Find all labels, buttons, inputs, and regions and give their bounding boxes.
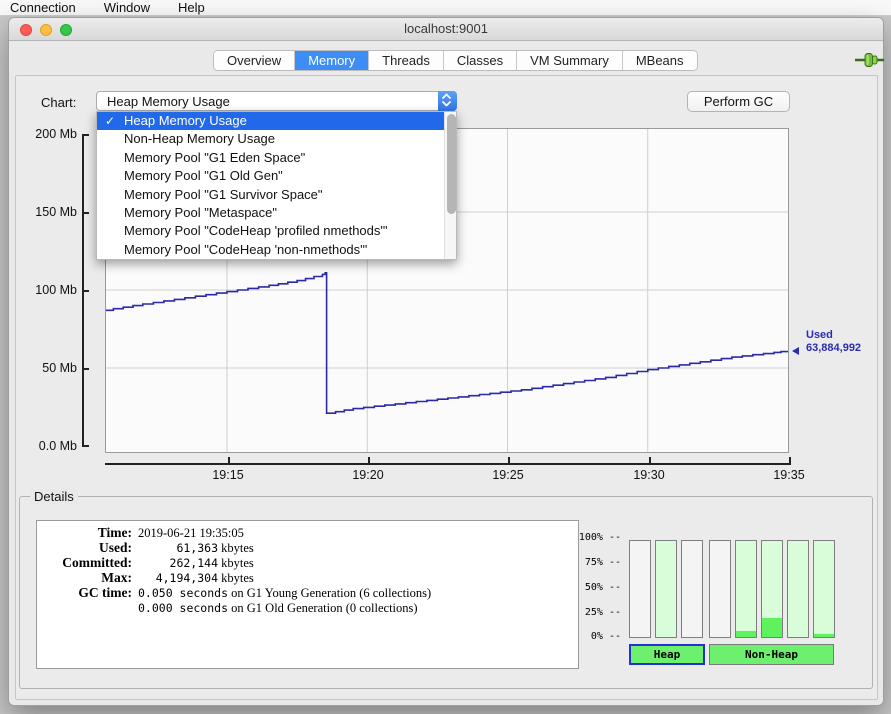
details-text-box: Time: 2019-06-21 19:35:05 Used: 61,363 k… — [36, 520, 579, 669]
menu-help[interactable]: Help — [178, 0, 205, 15]
chart-combobox[interactable]: Heap Memory Usage — [96, 91, 457, 111]
y-tick — [82, 445, 89, 447]
connection-status-plug-icon — [854, 52, 885, 68]
x-tick — [508, 457, 510, 464]
details-group-title: Details — [30, 489, 78, 504]
y-tick — [82, 368, 89, 370]
pool-axis-label: 50% -- — [565, 582, 621, 593]
title-bar: localhost:9001 — [9, 18, 883, 41]
memory-pool-bar — [681, 540, 703, 638]
tab-memory[interactable]: Memory — [295, 51, 369, 70]
detail-row-gc-young: GC time: 0.050 seconds on G1 Young Gener… — [37, 586, 578, 601]
tab-vm-summary[interactable]: VM Summary — [517, 51, 623, 70]
chart-combobox-label: Chart: — [41, 95, 76, 110]
tab-threads[interactable]: Threads — [369, 51, 444, 70]
window-title: localhost:9001 — [9, 21, 883, 36]
heap-pool-bars — [629, 540, 703, 638]
chart-dropdown-popup: ✓ Heap Memory Usage Non-Heap Memory Usag… — [96, 111, 457, 260]
detail-row-committed: Committed: 262,144 kbytes — [37, 556, 578, 571]
x-tick-label: 19:20 — [346, 468, 390, 482]
callout-arrow-icon — [792, 347, 799, 355]
dropdown-item-codeheap-profiled[interactable]: Memory Pool "CodeHeap 'profiled nmethods… — [97, 222, 456, 240]
detail-row-time: Time: 2019-06-21 19:35:05 — [37, 526, 578, 541]
detail-row-max: Max: 4,194,304 kbytes — [37, 571, 578, 586]
pool-axis-label: 75% -- — [565, 557, 621, 568]
nonheap-pool-bars — [709, 540, 835, 638]
y-tick-label: 150 Mb — [23, 205, 77, 219]
y-tick — [82, 134, 89, 136]
dropdown-item-metaspace[interactable]: Memory Pool "Metaspace" — [97, 204, 456, 222]
memory-pool-bar — [709, 540, 731, 638]
pool-axis-label: 100% -- — [565, 532, 621, 543]
memory-pool-bar — [655, 540, 677, 638]
memory-pool-bar — [761, 540, 783, 638]
y-tick-label: 100 Mb — [23, 283, 77, 297]
tab-classes[interactable]: Classes — [444, 51, 517, 70]
detail-row-used: Used: 61,363 kbytes — [37, 541, 578, 556]
dropdown-item-g1-survivor-space[interactable]: Memory Pool "G1 Survivor Space" — [97, 186, 456, 204]
x-tick-label: 19:35 — [767, 468, 811, 482]
x-tick — [368, 457, 370, 464]
x-tick — [789, 457, 791, 464]
x-tick — [649, 457, 651, 464]
x-axis — [105, 463, 791, 465]
dropdown-scrollbar[interactable] — [444, 112, 456, 259]
checkmark-icon: ✓ — [105, 112, 115, 130]
y-tick-label: 0.0 Mb — [23, 439, 77, 453]
tab-bar: Overview Memory Threads Classes VM Summa… — [213, 50, 698, 71]
memory-pool-bar — [787, 540, 809, 638]
memory-pool-bar — [735, 540, 757, 638]
dropdown-scrollbar-thumb[interactable] — [447, 114, 456, 214]
menu-bar: Connection Window Help — [0, 0, 891, 16]
x-tick-label: 19:25 — [486, 468, 530, 482]
menu-window[interactable]: Window — [104, 0, 150, 15]
memory-pool-bar — [813, 540, 835, 638]
x-tick-label: 19:15 — [206, 468, 250, 482]
y-tick-label: 50 Mb — [23, 361, 77, 375]
y-tick-label: 200 Mb — [23, 127, 77, 141]
tab-mbeans[interactable]: MBeans — [623, 51, 697, 70]
memory-pool-bar — [629, 540, 651, 638]
callout-series-value: 63,884,992 — [806, 342, 861, 355]
used-value-callout: Used 63,884,992 — [806, 329, 861, 355]
perform-gc-button[interactable]: Perform GC — [687, 91, 790, 112]
dropdown-item-g1-eden-space[interactable]: Memory Pool "G1 Eden Space" — [97, 149, 456, 167]
x-tick-label: 19:30 — [627, 468, 671, 482]
heap-button[interactable]: Heap — [629, 644, 705, 665]
chart-combobox-value: Heap Memory Usage — [107, 94, 230, 109]
jconsole-window: localhost:9001 Overview Memory Threads C… — [8, 17, 884, 706]
menu-connection[interactable]: Connection — [10, 0, 76, 15]
y-tick — [82, 212, 89, 214]
y-tick — [82, 290, 89, 292]
dropdown-item-g1-old-gen[interactable]: Memory Pool "G1 Old Gen" — [97, 167, 456, 185]
pool-axis-label: 25% -- — [565, 607, 621, 618]
tab-overview[interactable]: Overview — [214, 51, 295, 70]
detail-row-gc-old: 0.000 seconds on G1 Old Generation (0 co… — [37, 601, 578, 616]
pool-axis-label: 0% -- — [565, 631, 621, 642]
callout-series-label: Used — [806, 329, 861, 342]
nonheap-button[interactable]: Non-Heap — [709, 644, 834, 665]
combobox-stepper-icon[interactable] — [438, 91, 457, 111]
x-tick — [228, 457, 230, 464]
dropdown-item-codeheap-non-nmethods[interactable]: Memory Pool "CodeHeap 'non-nmethods'" — [97, 241, 456, 259]
dropdown-item-heap-memory-usage[interactable]: ✓ Heap Memory Usage — [97, 112, 456, 130]
dropdown-item-non-heap-memory-usage[interactable]: Non-Heap Memory Usage — [97, 130, 456, 148]
